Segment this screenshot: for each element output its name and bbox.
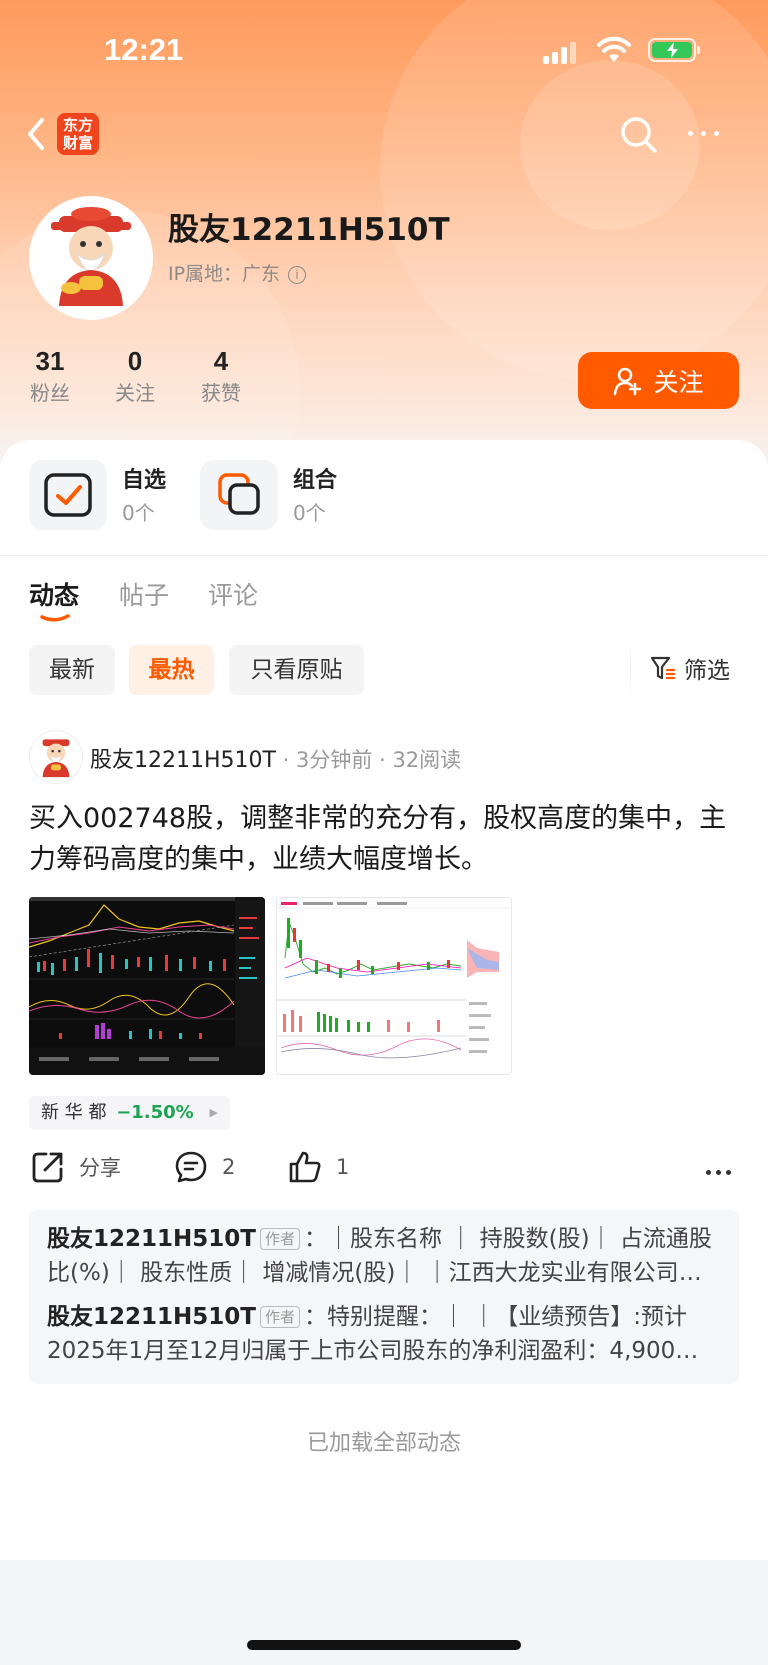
filter-icon bbox=[650, 656, 676, 680]
chip-latest[interactable]: 最新 bbox=[29, 645, 115, 695]
chip-hottest[interactable]: 最热 bbox=[129, 645, 214, 695]
profile-name: 股友12211H510T bbox=[168, 212, 450, 248]
comment-item[interactable]: 股友12211H510T 作者 ：特别提醒：｜ ｜【业绩预告】:预计2025年1月至… bbox=[47, 1300, 721, 1368]
status-bar: 12:21 bbox=[0, 0, 768, 100]
divider bbox=[0, 555, 768, 556]
post-author-avatar[interactable] bbox=[29, 730, 83, 784]
avatar[interactable] bbox=[29, 196, 153, 320]
info-icon[interactable]: i bbox=[288, 265, 307, 284]
tab-comments[interactable]: 评论 bbox=[208, 576, 258, 612]
stat-followers[interactable]: 31 粉丝 bbox=[26, 344, 74, 408]
home-indicator[interactable] bbox=[247, 1640, 521, 1650]
logo-text-top: 东方 bbox=[62, 116, 93, 134]
filter-label: 筛选 bbox=[684, 658, 730, 684]
content-panel: 自选 0个 组合 0个 动态 帖子 评论 最新 最热 只看原贴 筛选 股友122… bbox=[0, 440, 768, 1560]
watchlist-count: 0个 bbox=[122, 501, 155, 525]
tab-posts[interactable]: 帖子 bbox=[119, 576, 169, 612]
search-icon[interactable] bbox=[618, 114, 660, 156]
watchlist-icon bbox=[44, 473, 92, 517]
comment-preview-box[interactable]: 股友12211H510T 作者 ：｜股东名称 ｜ 持股数(股)｜ 占流通股比(%)｜… bbox=[29, 1210, 739, 1384]
stock-name: 新 华 都 bbox=[41, 1102, 107, 1123]
watchlist-tile[interactable] bbox=[29, 460, 107, 530]
active-tab-indicator bbox=[40, 614, 70, 622]
comment-icon bbox=[175, 1151, 207, 1183]
battery-icon bbox=[648, 38, 700, 62]
comment-count: 2 bbox=[222, 1155, 236, 1179]
ip-location-text: IP属地：广东 bbox=[168, 263, 281, 285]
follow-button[interactable]: 关注 bbox=[578, 352, 739, 409]
share-label: 分享 bbox=[79, 1156, 121, 1180]
stat-label: 获赞 bbox=[201, 381, 241, 405]
stock-tag[interactable]: 新 华 都 −1.50% ▶ bbox=[29, 1096, 230, 1130]
post-time: 3分钟前 bbox=[296, 748, 373, 772]
post-image-kline-dark[interactable] bbox=[29, 897, 265, 1075]
stat-label: 关注 bbox=[115, 381, 155, 405]
comment-item[interactable]: 股友12211H510T 作者 ：｜股东名称 ｜ 持股数(股)｜ 占流通股比(%)｜… bbox=[47, 1222, 721, 1290]
comment-author: 股友12211H510T bbox=[47, 1226, 256, 1252]
comment-author: 股友12211H510T bbox=[47, 1304, 256, 1330]
author-badge: 作者 bbox=[259, 1228, 300, 1250]
add-user-icon bbox=[614, 367, 642, 395]
like-button[interactable]: 1 bbox=[288, 1150, 349, 1184]
stat-value: 0 bbox=[127, 346, 143, 376]
filter-button[interactable]: 筛选 bbox=[650, 651, 730, 685]
wifi-icon bbox=[596, 36, 632, 64]
portfolio-tile[interactable] bbox=[200, 460, 278, 530]
chip-original-only[interactable]: 只看原贴 bbox=[229, 645, 364, 695]
back-icon[interactable] bbox=[22, 112, 52, 156]
portfolio-icon bbox=[218, 473, 260, 515]
post-author[interactable]: 股友12211H510T bbox=[90, 748, 276, 773]
divider bbox=[630, 640, 631, 700]
portfolio-count: 0个 bbox=[293, 501, 326, 525]
share-button[interactable]: 分享 bbox=[31, 1150, 121, 1184]
post-more-icon[interactable] bbox=[706, 1170, 736, 1178]
chevron-right-icon: ▶ bbox=[209, 1106, 218, 1119]
end-of-feed-text: 已加载全部动态 bbox=[306, 1431, 461, 1456]
post-body[interactable]: 买入002748股，调整非常的充分有，股权高度的集中，主力筹码高度的集中，业绩大… bbox=[29, 798, 729, 880]
logo-text-bottom: 财富 bbox=[62, 134, 93, 152]
thumbs-up-icon bbox=[289, 1151, 321, 1183]
stat-following[interactable]: 0 关注 bbox=[111, 344, 159, 408]
comment-button[interactable]: 2 bbox=[174, 1150, 235, 1184]
post-image-kline-light[interactable] bbox=[276, 897, 512, 1075]
author-badge: 作者 bbox=[259, 1306, 300, 1328]
status-time: 12:21 bbox=[104, 32, 184, 67]
more-menu-icon[interactable] bbox=[686, 128, 722, 140]
stock-change: −1.50% bbox=[116, 1102, 194, 1123]
follow-label: 关注 bbox=[653, 367, 704, 397]
post-meta: 股友12211H510T · 3分钟前 · 32阅读 bbox=[90, 748, 462, 773]
post-read-count: 32阅读 bbox=[392, 748, 462, 772]
cellular-signal-icon bbox=[543, 40, 577, 64]
tab-activity[interactable]: 动态 bbox=[29, 576, 79, 612]
stat-value: 31 bbox=[35, 346, 65, 376]
ip-location: IP属地：广东 i bbox=[168, 259, 307, 286]
stat-likes[interactable]: 4 获赞 bbox=[197, 344, 245, 408]
stat-value: 4 bbox=[213, 346, 229, 376]
stat-label: 粉丝 bbox=[30, 381, 70, 405]
watchlist-title: 自选 bbox=[122, 468, 167, 493]
portfolio-title: 组合 bbox=[293, 468, 338, 493]
share-icon bbox=[32, 1152, 63, 1183]
like-count: 1 bbox=[336, 1155, 350, 1179]
app-logo: 东方 财富 bbox=[57, 113, 99, 155]
